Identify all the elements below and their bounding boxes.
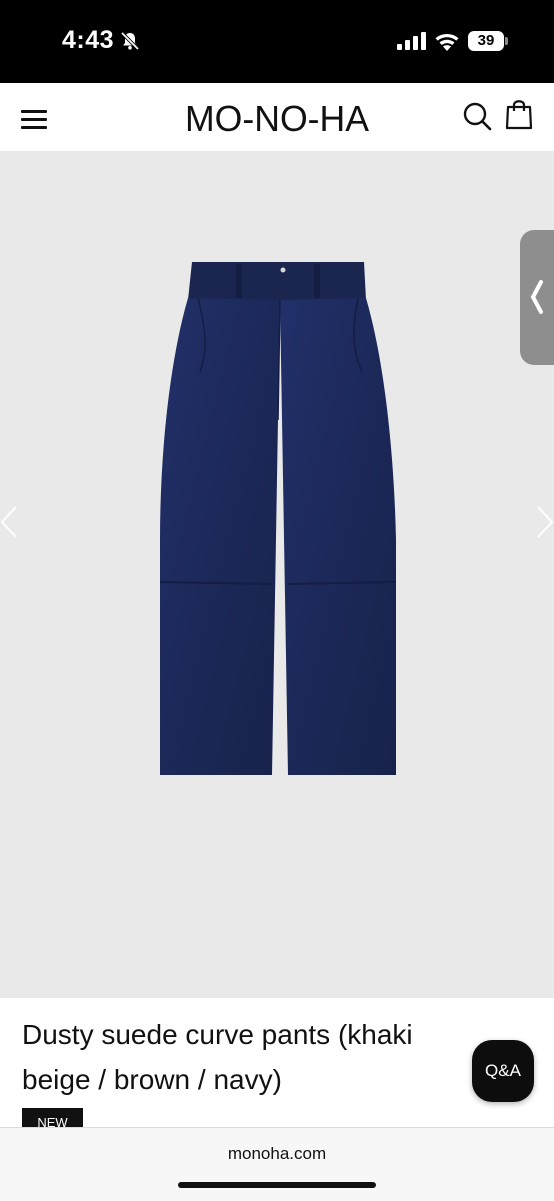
bell-slash-icon (120, 31, 140, 51)
chevron-left-icon (530, 280, 543, 314)
previous-image-arrow-icon[interactable] (0, 505, 20, 539)
battery-tip (505, 37, 508, 45)
hamburger-menu-icon[interactable] (21, 110, 47, 130)
status-bar: 4:43 39 (0, 0, 554, 83)
new-badge: NEW (22, 1108, 83, 1127)
browser-address-bar[interactable] (0, 1127, 554, 1201)
url-text[interactable]: monoha.com (0, 1144, 554, 1164)
cellular-signal-icon (397, 32, 426, 50)
pants-image (159, 262, 397, 775)
product-title: Dusty suede curve pants (khaki beige / b… (22, 1019, 413, 1095)
status-time: 4:43 (62, 26, 115, 54)
home-indicator (178, 1182, 376, 1188)
battery-icon: 39 (468, 31, 504, 51)
shopping-bag-icon[interactable] (505, 98, 533, 130)
battery-level: 39 (477, 32, 495, 49)
search-icon[interactable] (462, 101, 492, 131)
product-image-carousel[interactable] (0, 151, 554, 998)
wifi-icon (435, 34, 459, 51)
logo-text: MO-NO-HA (185, 98, 369, 139)
qa-button[interactable]: Q&A (472, 1040, 534, 1102)
monoha-logo[interactable]: MO-NO-HA (185, 97, 369, 139)
next-image-arrow-icon[interactable] (534, 505, 554, 539)
